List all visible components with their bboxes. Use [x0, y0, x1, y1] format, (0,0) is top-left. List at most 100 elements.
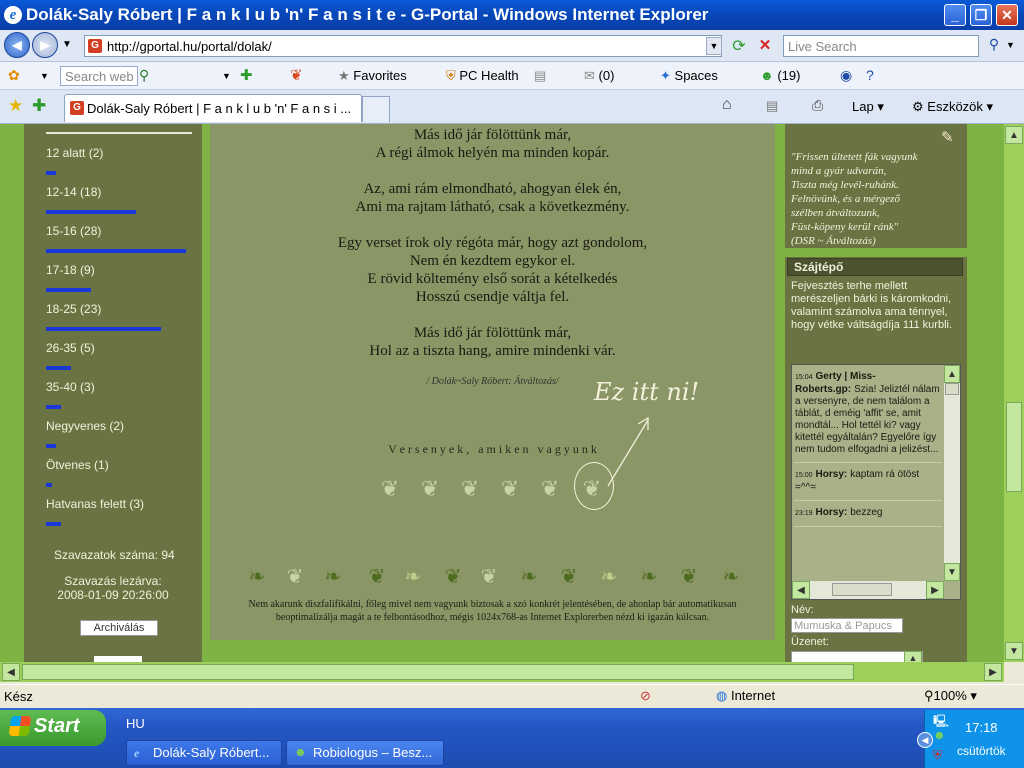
- quote-line: Tiszta még levél-ruhánk.: [791, 179, 899, 191]
- new-tab-button[interactable]: [362, 96, 390, 122]
- add-favorite-icon[interactable]: ✚: [32, 96, 46, 116]
- contacts-link[interactable]: ☻ (19): [760, 68, 800, 83]
- stop-icon[interactable]: ✕: [755, 36, 775, 56]
- message-label: Üzenet:: [791, 636, 829, 648]
- tools-menu[interactable]: ⚙ Eszközök ▾: [912, 99, 993, 115]
- scroll-up-button[interactable]: ▲: [944, 365, 960, 383]
- taskbar-item-browser[interactable]: Dolák-Saly Róbert...: [126, 740, 282, 766]
- blocked-icon[interactable]: ⊘: [640, 688, 651, 704]
- security-alert-icon[interactable]: ⛨: [933, 748, 942, 763]
- star-icon: ★: [338, 68, 350, 83]
- minimize-button[interactable]: _: [944, 4, 966, 26]
- help-icon[interactable]: ?: [866, 67, 874, 83]
- shoutbox-vscrollbar[interactable]: ▲ ▼: [944, 365, 960, 581]
- refresh-icon[interactable]: ⟳: [729, 36, 749, 56]
- page-scroll-down-button[interactable]: ▼: [1005, 642, 1023, 660]
- forward-button[interactable]: ▶: [32, 32, 58, 58]
- footer-note: Nem akarunk diszfalifikálni, főleg mivel…: [248, 599, 737, 623]
- shoutbox-hscrollbar[interactable]: ◀ ▶: [792, 581, 944, 599]
- message-input[interactable]: ▲: [791, 651, 923, 662]
- page-menu-label: Lap: [852, 99, 874, 114]
- page-menu[interactable]: Lap ▾: [852, 99, 884, 115]
- archive-button[interactable]: Archiválás: [80, 620, 158, 636]
- circle-annotation: [574, 462, 614, 510]
- search-icon[interactable]: ⚲: [984, 36, 1004, 56]
- tab-active[interactable]: Dolák-Saly Róbert | F a n k l u b 'n' F …: [64, 94, 362, 122]
- feeds-icon[interactable]: ▤: [766, 98, 778, 114]
- tray-expand-icon[interactable]: ◀: [917, 732, 933, 748]
- live-menu-dropdown-icon[interactable]: ▼: [40, 71, 49, 81]
- recent-pages-dropdown-icon[interactable]: ▼: [62, 39, 72, 50]
- messenger-tray-icon[interactable]: ☻: [933, 728, 946, 742]
- status-text: Kész: [4, 689, 33, 704]
- poll-panel: 12 alatt (2) 12-14 (18) 15-16 (28) 17-18 (9…: [24, 124, 202, 662]
- poll-closed-date: 2008-01-09 20:26:00: [57, 588, 169, 602]
- window-titlebar[interactable]: e Dolák-Saly Róbert | F a n k l u b 'n' …: [0, 0, 1024, 30]
- competition-leaf-icon[interactable]: ❦: [458, 476, 482, 502]
- add-icon[interactable]: ✚: [240, 66, 253, 84]
- rss-icon[interactable]: ▤: [534, 68, 546, 84]
- page-hscroll-thumb[interactable]: [22, 664, 854, 680]
- leaf-icon: ❧: [248, 566, 266, 588]
- mail-link[interactable]: ✉ (0): [584, 68, 614, 84]
- butterfly-icon[interactable]: ❦: [290, 66, 303, 84]
- poll-option-label: 17-18 (9): [46, 263, 95, 277]
- competition-leaf-icon[interactable]: ❦: [498, 476, 522, 502]
- shoutbox-messages[interactable]: 15:04 Gerty | Miss-Roberts.gp: Szia! Jeliz…: [791, 364, 961, 600]
- security-zone[interactable]: ◍ Internet: [716, 688, 775, 704]
- page-scroll-left-button[interactable]: ◀: [2, 663, 20, 681]
- zoom-control[interactable]: ⚲100% ▾: [924, 688, 977, 704]
- message-author[interactable]: Horsy:: [816, 469, 848, 480]
- home-icon[interactable]: ⌂: [722, 96, 732, 114]
- print-icon[interactable]: ⎙: [812, 97, 823, 114]
- page-vscrollbar[interactable]: ▲ ▼: [1004, 124, 1024, 662]
- poem-panel: Más idő jár fölöttünk már, A régi álmok h…: [210, 124, 775, 640]
- toolbar-dropdown-icon[interactable]: ▼: [222, 71, 231, 81]
- favorites-center-icon[interactable]: ★: [8, 96, 23, 116]
- spaces-link[interactable]: ✦ Spaces: [660, 68, 718, 84]
- leaf-icon: ❦: [444, 566, 462, 588]
- links-toolbar: ✿ ▼ Search web ⚲ ▼ ✚ ❦ ★ Favorites ⛨ PC …: [0, 62, 1024, 90]
- windows-live-icon[interactable]: ✿: [8, 67, 28, 85]
- messenger-icon[interactable]: ◉: [840, 67, 852, 84]
- competition-leaf-icon[interactable]: ❦: [378, 476, 402, 502]
- poll-closed-label: Szavazás lezárva:: [64, 574, 162, 588]
- scroll-down-button[interactable]: ▼: [944, 563, 960, 581]
- address-dropdown-button[interactable]: ▼: [706, 37, 722, 55]
- competition-leaf-icon[interactable]: ❦: [538, 476, 562, 502]
- page-scroll-right-button[interactable]: ▶: [984, 663, 1002, 681]
- name-input[interactable]: Mumuska & Papucs: [791, 618, 903, 633]
- clock-time[interactable]: 17:18: [965, 720, 998, 735]
- poem-line: A régi álmok helyén ma minden kopár.: [375, 145, 610, 161]
- shoutbox-message: 15:00 Horsy: kaptam rá ötöst =^^=: [794, 467, 942, 501]
- live-search-input[interactable]: Live Search: [783, 35, 979, 57]
- pc-health-link[interactable]: ⛨ PC Health: [446, 68, 519, 84]
- mail-icon: ✉: [584, 68, 595, 83]
- scroll-left-button[interactable]: ◀: [792, 581, 810, 599]
- language-indicator[interactable]: HU: [126, 716, 145, 731]
- taskbar-item-messenger[interactable]: Robiologus – Besz...: [286, 740, 444, 766]
- leaf-icon: ❧: [722, 566, 740, 588]
- shoutbox-title: Szájtépő: [787, 258, 963, 276]
- scroll-thumb[interactable]: [945, 383, 959, 395]
- address-input[interactable]: http://gportal.hu/portal/dolak/: [84, 35, 722, 57]
- poll-option-label: 35-40 (3): [46, 380, 95, 394]
- message-author[interactable]: Horsy:: [816, 507, 848, 518]
- poll-option-label: 15-16 (28): [46, 224, 102, 238]
- page-hscrollbar[interactable]: ◀ ▶: [0, 662, 1004, 682]
- quote-line: mind a gyár udvarán,: [791, 165, 887, 177]
- toolbar-search-input[interactable]: Search web: [60, 66, 138, 86]
- page-scroll-up-button[interactable]: ▲: [1005, 126, 1023, 144]
- maximize-button[interactable]: ❐: [970, 4, 992, 26]
- toolbar-search-icon[interactable]: ⚲: [139, 67, 149, 84]
- hscroll-thumb[interactable]: [832, 583, 892, 596]
- favorites-link[interactable]: ★ Favorites: [338, 68, 407, 84]
- scroll-right-button[interactable]: ▶: [926, 581, 944, 599]
- page-scroll-thumb[interactable]: [1006, 402, 1022, 492]
- search-options-dropdown-icon[interactable]: ▼: [1006, 40, 1015, 50]
- tools-menu-label: Eszközök: [927, 99, 983, 114]
- close-button[interactable]: ✕: [996, 4, 1018, 26]
- competition-leaf-icon[interactable]: ❦: [418, 476, 442, 502]
- message-scroll-up-button[interactable]: ▲: [904, 651, 922, 662]
- back-button[interactable]: ◀: [4, 32, 30, 58]
